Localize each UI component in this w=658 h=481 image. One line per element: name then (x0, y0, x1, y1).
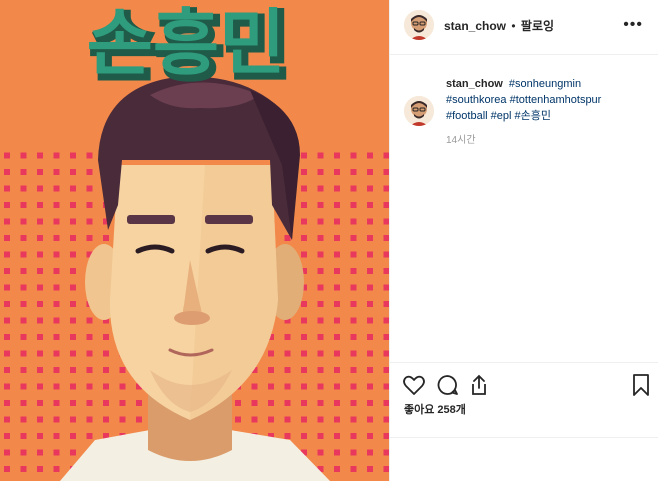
more-options-icon[interactable]: ••• (623, 16, 643, 34)
post-timestamp[interactable]: 14시간 (446, 131, 476, 146)
portrait-illustration: 손흥민 손흥민 (0, 0, 389, 481)
action-bar (390, 362, 658, 403)
post-side-panel: stan_chow • 팔로잉 ••• stan_chow #sonheungm… (389, 0, 658, 481)
comment-icon[interactable] (435, 373, 459, 397)
artwork-title: 손흥민 (87, 1, 286, 85)
caption-avatar-image (404, 96, 434, 126)
caption-avatar[interactable] (404, 96, 434, 126)
post-image[interactable]: 손흥민 손흥민 (0, 0, 389, 481)
heart-icon[interactable] (402, 373, 426, 397)
caption-text: stan_chow #sonheungmin #southkorea #tott… (446, 76, 646, 124)
following-button[interactable]: 팔로잉 (521, 19, 554, 33)
share-icon[interactable] (467, 373, 491, 397)
header-separator: • (511, 19, 516, 33)
hashtag[interactable]: #tottenhamhotspur (510, 94, 602, 106)
instagram-post: 손흥민 손흥민 stan_chow • 팔로잉 ••• stan_chow #s… (0, 0, 658, 481)
hashtag[interactable]: #손흥민 (515, 110, 551, 122)
avatar[interactable] (404, 10, 434, 40)
header-text: stan_chow • 팔로잉 (444, 17, 554, 34)
post-header: stan_chow • 팔로잉 ••• (390, 0, 658, 55)
hashtag[interactable]: #epl (491, 110, 512, 122)
avatar-image (404, 10, 434, 40)
bookmark-icon[interactable] (629, 373, 653, 397)
hashtag[interactable]: #football (446, 110, 488, 122)
hashtag[interactable]: #southkorea (446, 94, 507, 106)
header-username[interactable]: stan_chow (444, 19, 506, 33)
divider (390, 437, 658, 438)
caption-username[interactable]: stan_chow (446, 78, 503, 90)
hashtag[interactable]: #sonheungmin (509, 78, 581, 90)
likes-count[interactable]: 좋아요 258개 (404, 401, 466, 417)
